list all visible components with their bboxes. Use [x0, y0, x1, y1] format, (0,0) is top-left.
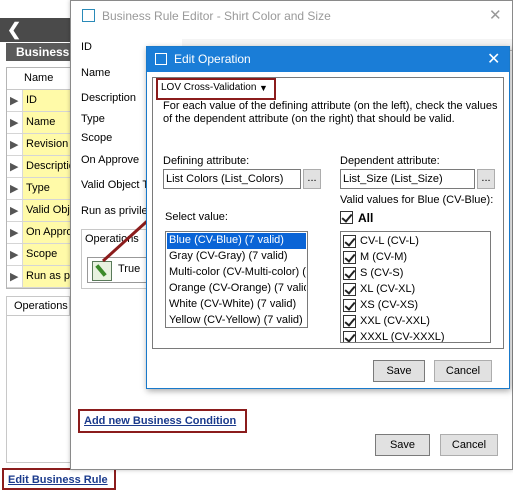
select-value-label: Select value: — [165, 211, 228, 223]
list-item[interactable]: Gray (CV-Gray) (7 valid) — [167, 249, 306, 265]
defining-attribute-label: Defining attribute: — [163, 155, 250, 167]
checkbox-label: M (CV-M) — [360, 251, 408, 263]
checkbox[interactable] — [343, 299, 356, 312]
all-checkbox[interactable] — [340, 211, 353, 224]
dialog-cancel-button[interactable]: Cancel — [434, 360, 492, 382]
checkbox-label: XS (CV-XS) — [360, 299, 419, 311]
checkbox-label: XXL (CV-XXL) — [360, 315, 430, 327]
valid-values-label: Valid values for Blue (CV-Blue): — [340, 194, 494, 206]
defining-attribute-browse-button[interactable]: ... — [303, 169, 321, 189]
checkbox[interactable] — [343, 235, 356, 248]
list-item[interactable]: White (CV-White) (7 valid) — [167, 297, 306, 313]
close-icon[interactable]: ✕ — [487, 49, 500, 69]
dialog-titlebar[interactable]: Edit Operation ✕ — [147, 47, 509, 72]
list-item[interactable]: Multi-color (CV-Multi-color) (7 — [167, 265, 306, 281]
operation-panel: LOV Cross-Validation ▼ For each value of… — [152, 77, 504, 349]
dependent-attribute-label: Dependent attribute: — [340, 155, 440, 167]
checkbox[interactable] — [343, 283, 356, 296]
value-listbox[interactable]: Blue (CV-Blue) (7 valid) Gray (CV-Gray) … — [165, 231, 308, 328]
checkbox-label: XL (CV-XL) — [360, 283, 416, 295]
checkbox-label: S (CV-S) — [360, 267, 404, 279]
edit-operation-dialog: Edit Operation ✕ LOV Cross-Validation ▼ … — [146, 46, 510, 389]
dialog-save-button[interactable]: Save — [373, 360, 425, 382]
list-item[interactable]: Orange (CV-Orange) (7 valid) — [167, 281, 306, 297]
valid-values-checklist: CV-L (CV-L) M (CV-M) S (CV-S) XL (CV-XL)… — [340, 231, 491, 343]
all-checkbox-label: All — [358, 211, 374, 225]
checkbox[interactable] — [343, 267, 356, 280]
dependent-attribute-field[interactable]: List_Size (List_Size) — [340, 169, 475, 189]
operation-description: For each value of the defining attribute… — [163, 100, 498, 125]
chevron-down-icon: ▼ — [259, 83, 268, 93]
checkbox-label: CV-L (CV-L) — [360, 235, 419, 247]
checkbox[interactable] — [343, 251, 356, 264]
operation-type-value: LOV Cross-Validation — [161, 82, 257, 93]
operation-type-dropdown[interactable]: LOV Cross-Validation ▼ — [156, 78, 276, 100]
checkbox[interactable] — [343, 315, 356, 328]
dependent-attribute-browse-button[interactable]: ... — [477, 169, 495, 189]
list-item[interactable]: Blue (CV-Blue) (7 valid) — [167, 233, 306, 249]
defining-attribute-field[interactable]: List Colors (List_Colors) — [163, 169, 301, 189]
list-item[interactable]: Yellow (CV-Yellow) (7 valid) — [167, 313, 306, 327]
window-icon — [155, 53, 167, 65]
dialog-title: Edit Operation — [174, 52, 251, 66]
checkbox[interactable] — [343, 331, 356, 342]
checkbox-label: XXXL (CV-XXXL) — [360, 331, 445, 343]
